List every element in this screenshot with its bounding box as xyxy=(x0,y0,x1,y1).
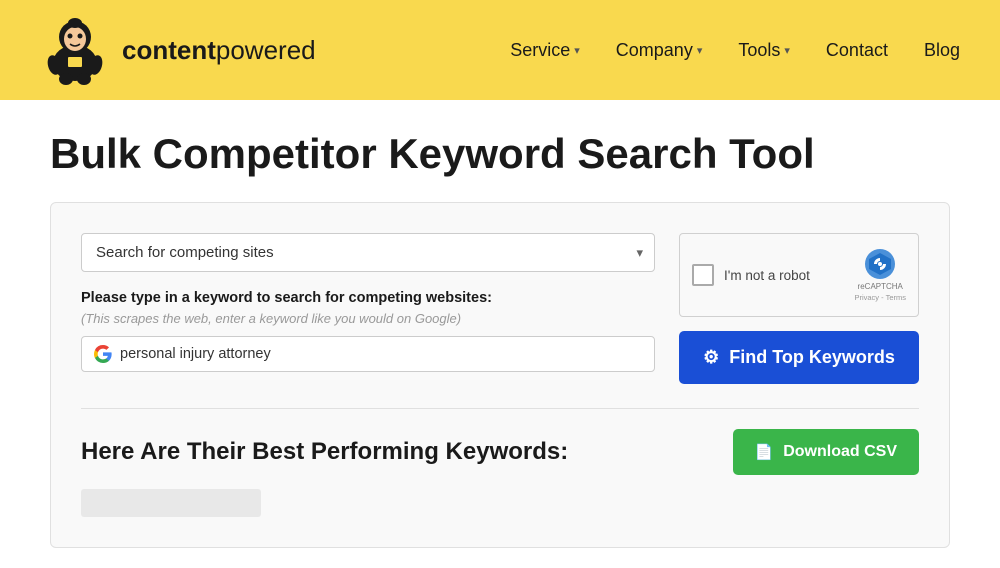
page-title: Bulk Competitor Keyword Search Tool xyxy=(50,130,950,178)
recaptcha-links: Privacy - Terms xyxy=(854,293,906,302)
gear-icon: ⚙ xyxy=(703,347,719,368)
recaptcha-logo-icon xyxy=(864,248,896,280)
results-title: Here Are Their Best Performing Keywords: xyxy=(81,438,568,466)
keyword-input[interactable] xyxy=(120,346,642,362)
chevron-down-icon: ▾ xyxy=(697,44,703,57)
keyword-input-wrapper xyxy=(81,336,655,372)
logo[interactable]: contentpowered xyxy=(40,15,316,85)
find-keywords-button[interactable]: ⚙ Find Top Keywords xyxy=(679,331,919,384)
table-stub xyxy=(81,489,261,517)
site-header: contentpowered Service ▾ Company ▾ Tools… xyxy=(0,0,1000,100)
site-dropdown-wrapper: Search for competing sites ▾ xyxy=(81,233,655,272)
main-content: Bulk Competitor Keyword Search Tool Sear… xyxy=(0,100,1000,568)
logo-text: contentpowered xyxy=(122,35,316,66)
chevron-down-icon: ▾ xyxy=(784,44,790,57)
keyword-hint: (This scrapes the web, enter a keyword l… xyxy=(81,311,655,326)
bottom-row: Here Are Their Best Performing Keywords:… xyxy=(81,429,919,475)
find-btn-label: Find Top Keywords xyxy=(729,347,895,368)
google-icon xyxy=(94,345,112,363)
nav-service[interactable]: Service ▾ xyxy=(510,40,580,61)
chevron-down-icon: ▾ xyxy=(574,44,580,57)
tool-container: Search for competing sites ▾ Please type… xyxy=(50,202,950,548)
main-nav: Service ▾ Company ▾ Tools ▾ Contact Blog xyxy=(510,40,960,61)
tool-top-row: Search for competing sites ▾ Please type… xyxy=(81,233,919,384)
nav-company[interactable]: Company ▾ xyxy=(616,40,703,61)
logo-icon xyxy=(40,15,110,85)
nav-blog[interactable]: Blog xyxy=(924,40,960,61)
section-divider xyxy=(81,408,919,409)
recaptcha-box[interactable]: I'm not a robot reCAPTCHA Privacy - Term xyxy=(679,233,919,317)
competing-sites-dropdown[interactable]: Search for competing sites xyxy=(81,233,655,272)
recaptcha-right: reCAPTCHA Privacy - Terms xyxy=(854,248,906,302)
nav-contact[interactable]: Contact xyxy=(826,40,888,61)
keyword-label: Please type in a keyword to search for c… xyxy=(81,290,655,306)
right-section: I'm not a robot reCAPTCHA Privacy - Term xyxy=(679,233,919,384)
download-csv-button[interactable]: 📄 Download CSV xyxy=(733,429,919,475)
recaptcha-left: I'm not a robot xyxy=(692,264,810,286)
download-btn-label: Download CSV xyxy=(783,443,897,461)
download-icon: 📄 xyxy=(755,443,774,461)
recaptcha-label: I'm not a robot xyxy=(724,268,810,283)
recaptcha-checkbox[interactable] xyxy=(692,264,714,286)
nav-tools[interactable]: Tools ▾ xyxy=(738,40,790,61)
recaptcha-brand-text: reCAPTCHA xyxy=(858,282,903,291)
left-section: Search for competing sites ▾ Please type… xyxy=(81,233,655,372)
